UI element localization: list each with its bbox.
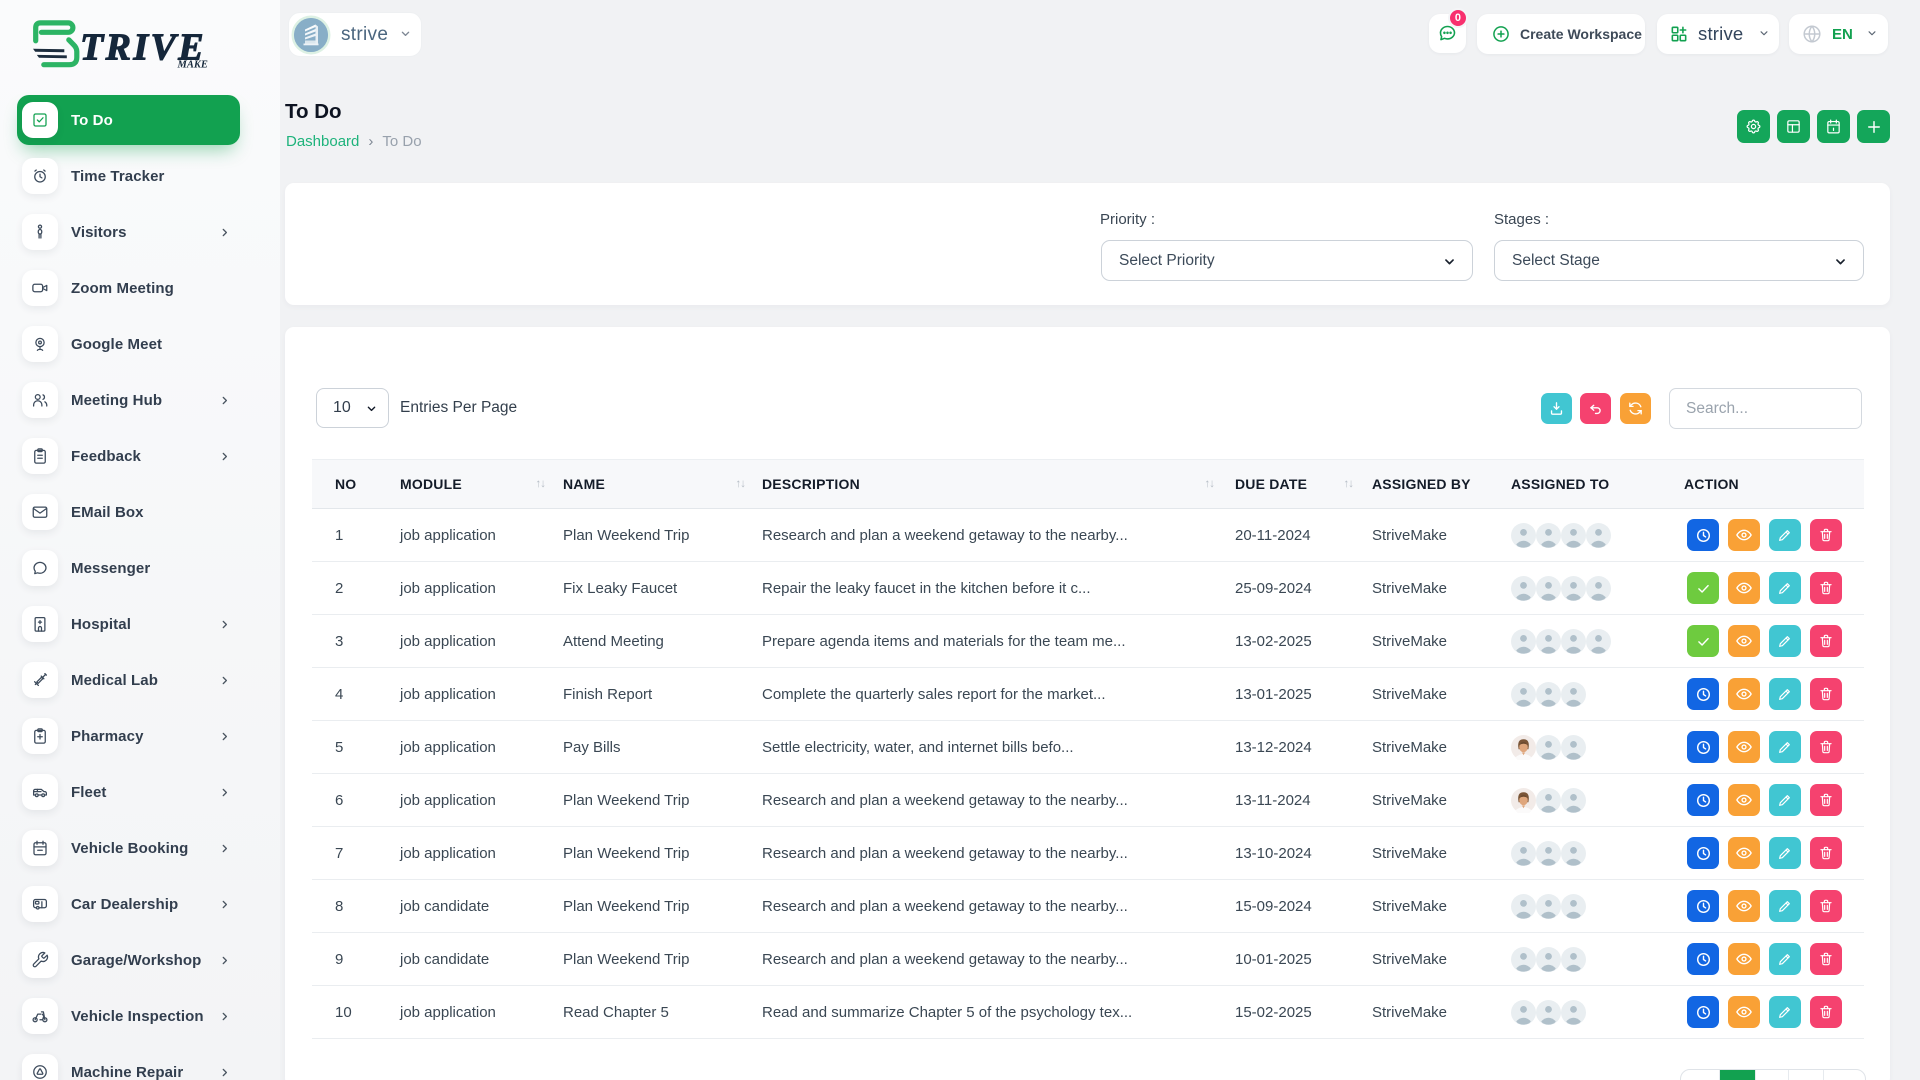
svg-text:MAKE: MAKE	[177, 60, 208, 71]
